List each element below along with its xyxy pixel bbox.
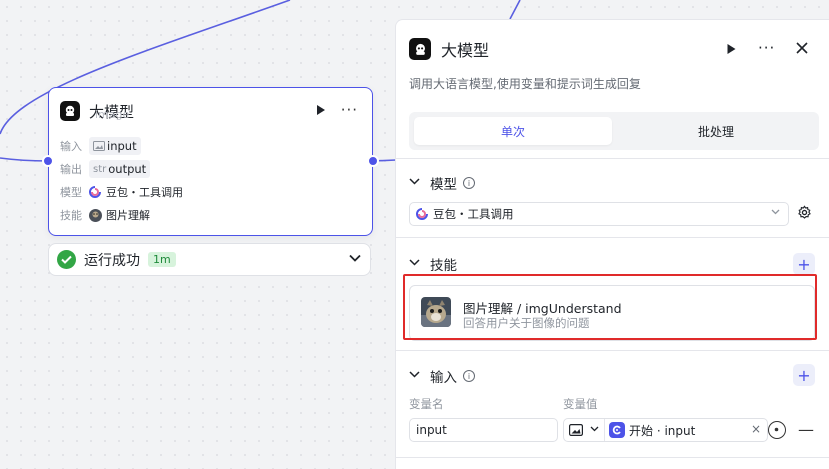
node-tooltip: image [95, 108, 130, 121]
skill-name: 图片理解 [106, 209, 150, 222]
divider [396, 158, 829, 159]
chevron-down-icon[interactable] [349, 254, 361, 262]
node-input-row: 输入 input [60, 137, 141, 155]
skill-avatar-icon [89, 208, 102, 222]
row-label: 输出 [60, 163, 82, 176]
info-icon[interactable]: i [463, 370, 475, 382]
llm-node[interactable]: 大模型 ··· image 输入 input 输出 str output 模型 … [48, 87, 373, 236]
info-icon[interactable]: i [463, 177, 475, 189]
add-input-button[interactable]: + [793, 364, 815, 386]
variable-value-field[interactable]: 开始 · input × [563, 418, 768, 442]
chevron-down-icon[interactable] [590, 426, 599, 432]
divider [396, 350, 829, 351]
chevron-down-icon[interactable] [409, 371, 420, 378]
variable-name-input[interactable]: input [409, 418, 558, 442]
start-node-icon [609, 422, 625, 438]
run-icon[interactable] [316, 104, 326, 116]
row-label: 输入 [60, 140, 82, 153]
node-output-row: 输出 str output [60, 160, 151, 178]
run-icon[interactable] [726, 43, 737, 55]
model-select-value: 豆包・工具调用 [433, 207, 514, 221]
model-select[interactable]: 豆包・工具调用 [409, 202, 789, 226]
output-tag-label: output [108, 162, 147, 176]
variable-name-header: 变量名 [409, 397, 444, 411]
mode-tabs: 单次 批处理 [409, 112, 819, 150]
panel-description: 调用大语言模型,使用变量和提示词生成回复 [409, 77, 641, 91]
tab-single[interactable]: 单次 [414, 117, 612, 145]
node-input-port[interactable] [42, 155, 54, 167]
highlight-box [403, 274, 817, 340]
edge-into-node [0, 157, 49, 162]
string-type-hint: str [93, 163, 107, 175]
more-options-icon[interactable]: ··· [758, 39, 775, 57]
output-tag: str output [89, 160, 151, 178]
llm-logo-icon [409, 38, 431, 60]
more-options-icon[interactable]: ··· [341, 101, 358, 119]
node-skill-row: 技能 图片理解 [60, 206, 150, 224]
skills-section-title: 技能 [430, 258, 457, 274]
input-tag-label: input [107, 139, 137, 153]
clear-icon[interactable]: × [751, 422, 761, 436]
edge-top-right [509, 0, 521, 20]
variable-reference-label: 开始 · input [629, 423, 696, 438]
divider [604, 419, 605, 441]
node-config-panel: 大模型 ··· 调用大语言模型,使用变量和提示词生成回复 单次 批处理 模型 i… [395, 19, 829, 469]
tab-batch[interactable]: 批处理 [617, 117, 815, 145]
llm-logo-icon [60, 101, 80, 121]
target-icon[interactable] [768, 421, 786, 439]
close-icon[interactable] [796, 42, 808, 54]
image-type-icon [93, 141, 105, 151]
add-skill-button[interactable]: + [793, 253, 815, 275]
chevron-down-icon [771, 209, 780, 215]
model-section-title: 模型 [430, 177, 457, 193]
success-check-icon [57, 250, 76, 269]
node-output-port[interactable] [367, 155, 379, 167]
run-duration-badge: 1m [148, 252, 176, 267]
run-status-bar[interactable]: 运行成功 1m [48, 243, 371, 276]
model-name: 豆包・工具调用 [106, 186, 183, 199]
divider [396, 457, 829, 458]
input-section-title: 输入 [430, 370, 457, 386]
node-model-row: 模型 豆包・工具调用 [60, 183, 183, 201]
row-label: 模型 [60, 186, 82, 199]
remove-input-button[interactable]: — [798, 420, 814, 439]
input-tag: input [89, 137, 141, 155]
doubao-logo-icon [89, 186, 101, 198]
chevron-down-icon[interactable] [409, 178, 420, 185]
gear-icon[interactable] [797, 205, 812, 220]
divider [396, 237, 829, 238]
chevron-down-icon[interactable] [409, 259, 420, 266]
variable-value-header: 变量值 [563, 397, 598, 411]
variable-reference-tag[interactable]: 开始 · input [609, 421, 695, 439]
image-type-icon[interactable] [569, 424, 583, 436]
doubao-logo-icon [416, 208, 428, 220]
run-status-text: 运行成功 [84, 252, 140, 269]
row-label: 技能 [60, 209, 82, 222]
panel-title: 大模型 [441, 41, 490, 60]
